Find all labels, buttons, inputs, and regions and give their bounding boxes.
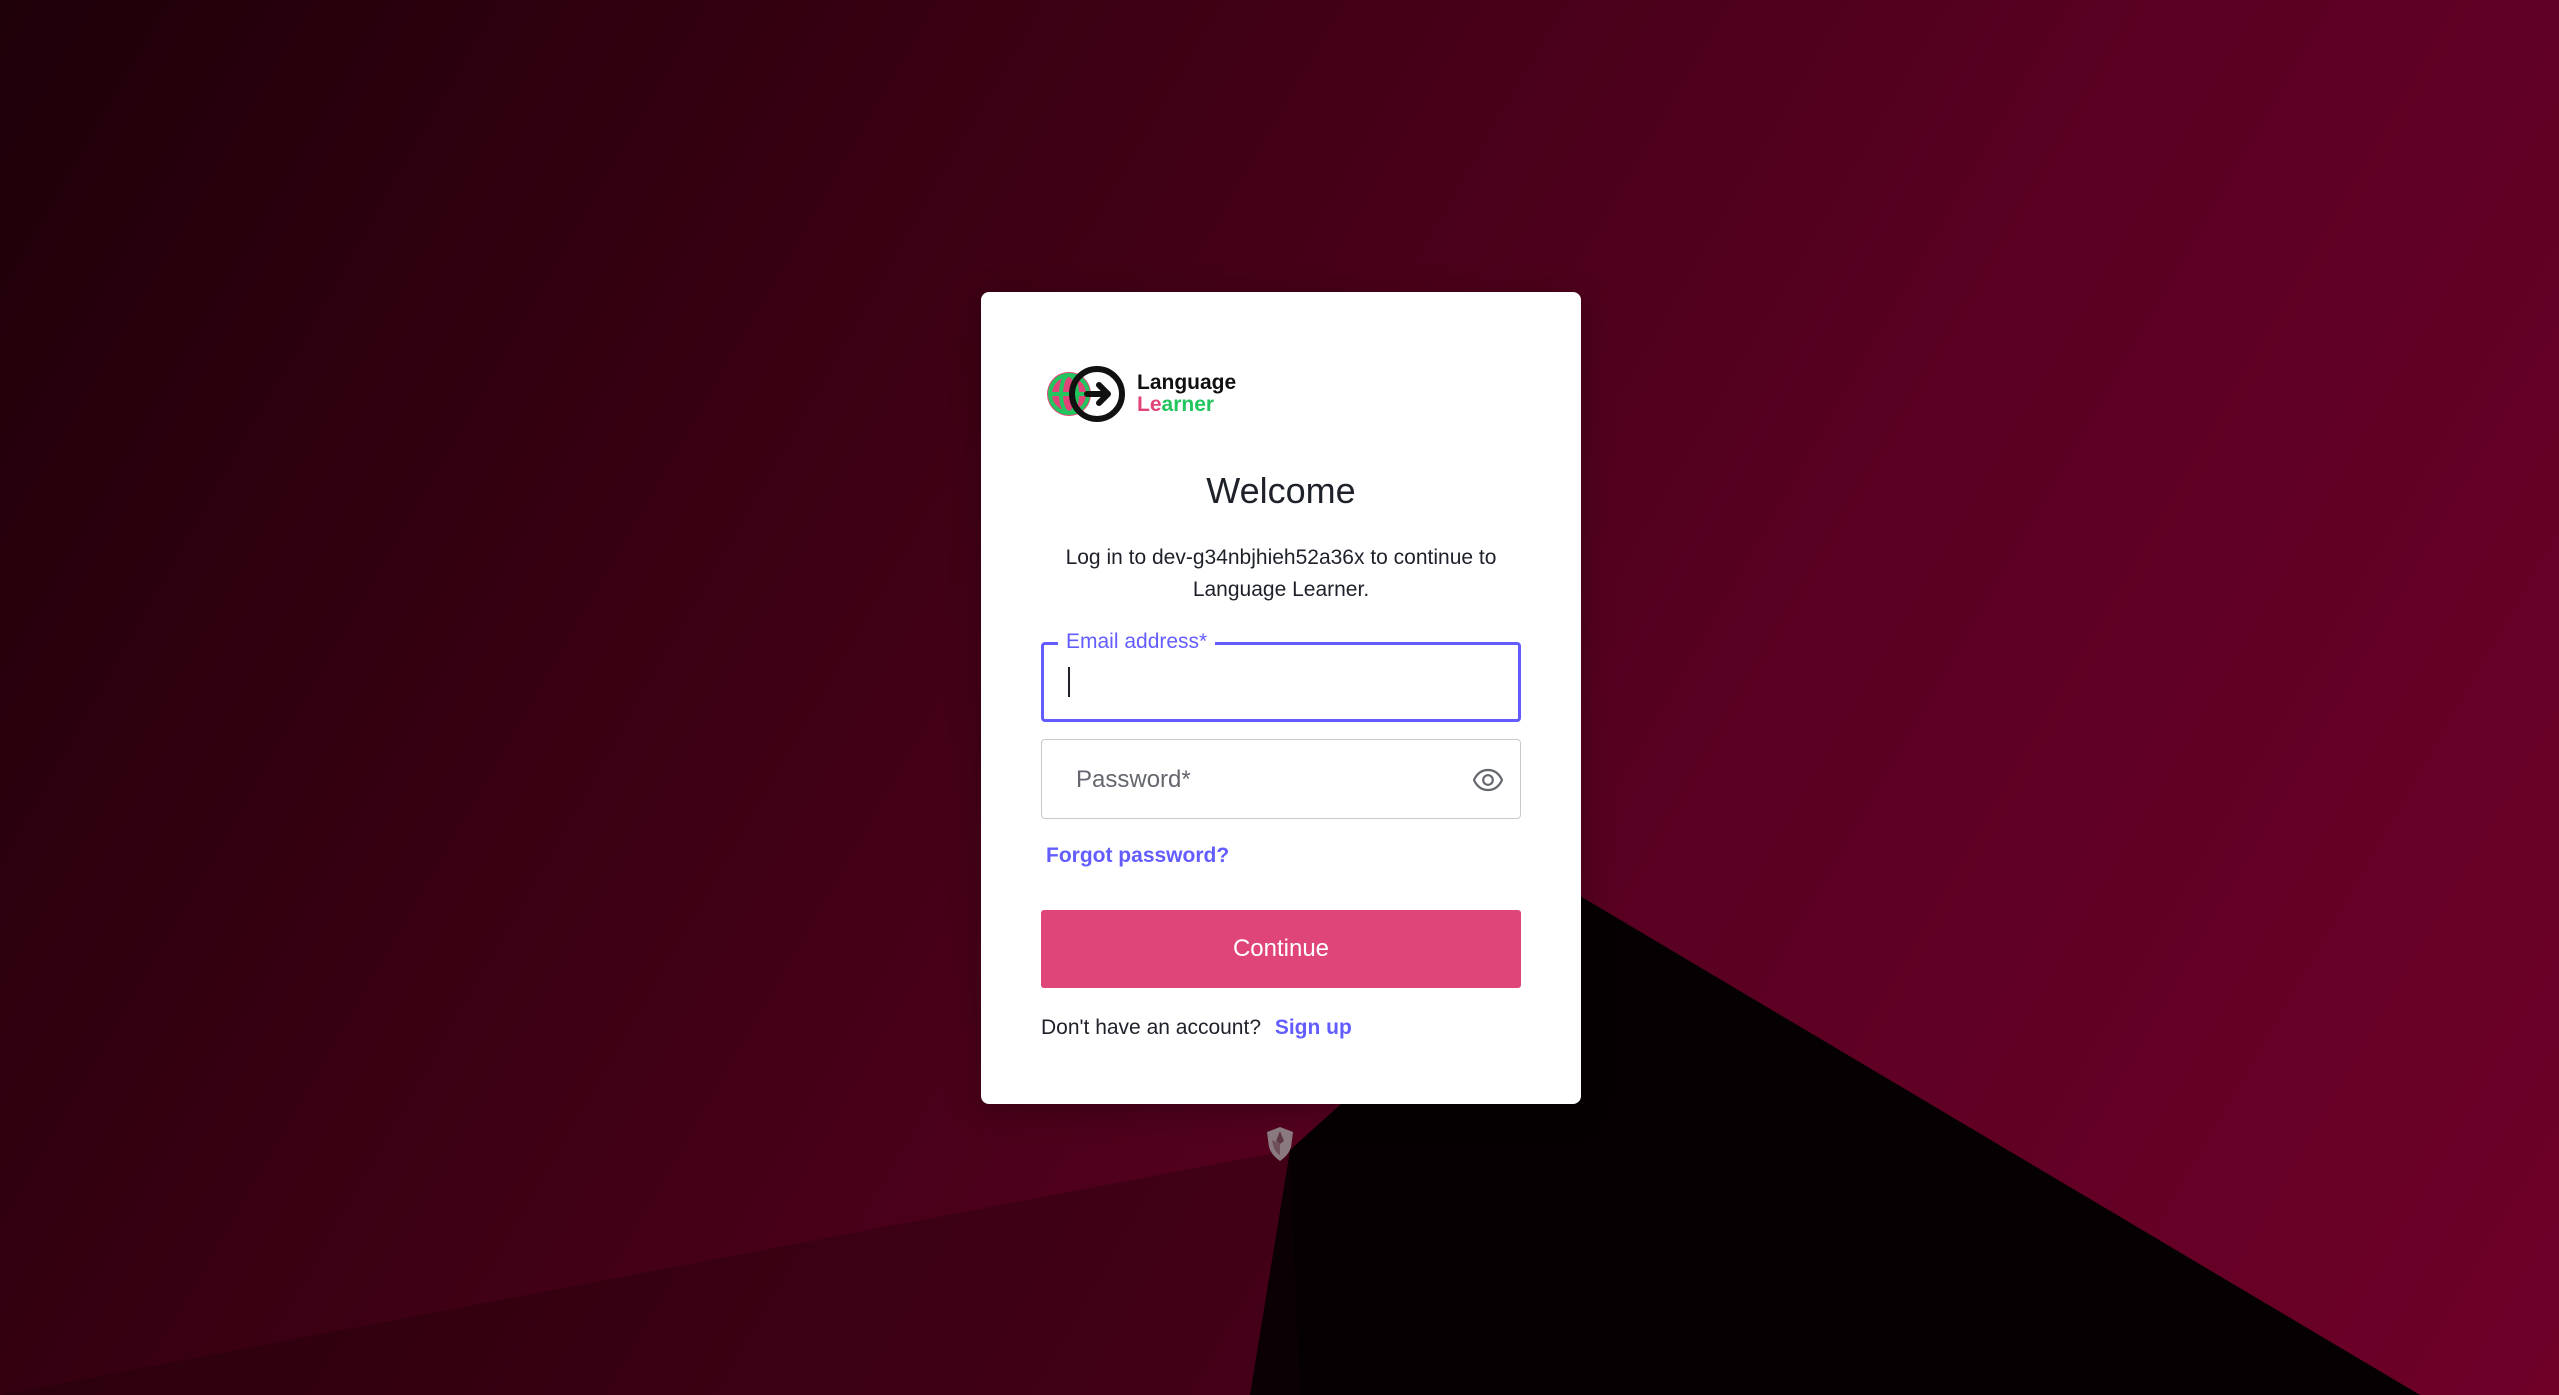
eye-icon[interactable] — [1472, 764, 1504, 796]
brand-wordmark: Language Learner — [1137, 370, 1237, 416]
brand-wordmark-prefix: Le — [1137, 393, 1162, 416]
text-caret — [1068, 667, 1070, 697]
email-field[interactable]: Email address* — [1041, 630, 1521, 722]
brand-wordmark-rest: arner — [1161, 393, 1215, 416]
forgot-password-link[interactable]: Forgot password? — [1046, 844, 1229, 868]
password-input[interactable] — [1074, 758, 1438, 802]
brand-logo: Language Learner — [1045, 364, 1236, 424]
no-account-text: Don't have an account? — [1041, 1016, 1261, 1039]
login-subtitle: Log in to dev-g34nbjhieh52a36x to contin… — [1065, 546, 1497, 601]
page-title: Welcome — [1206, 470, 1356, 511]
email-input[interactable] — [1064, 661, 1498, 705]
brand-wordmark-line2: Learner — [1137, 393, 1236, 416]
signup-prompt: Don't have an account? Sign up — [1041, 1016, 1352, 1040]
login-card: Language Learner Welcome Log in to dev-g… — [981, 292, 1581, 1104]
email-field-label: Email address* — [1058, 630, 1216, 654]
signup-link[interactable]: Sign up — [1275, 1016, 1352, 1039]
globe-arrow-logo-icon — [1047, 366, 1125, 422]
continue-button[interactable]: Continue — [1041, 910, 1521, 988]
password-field[interactable] — [1041, 739, 1521, 819]
brand-wordmark-line1: Language — [1137, 370, 1237, 394]
auth0-shield-icon — [1267, 1127, 1293, 1161]
